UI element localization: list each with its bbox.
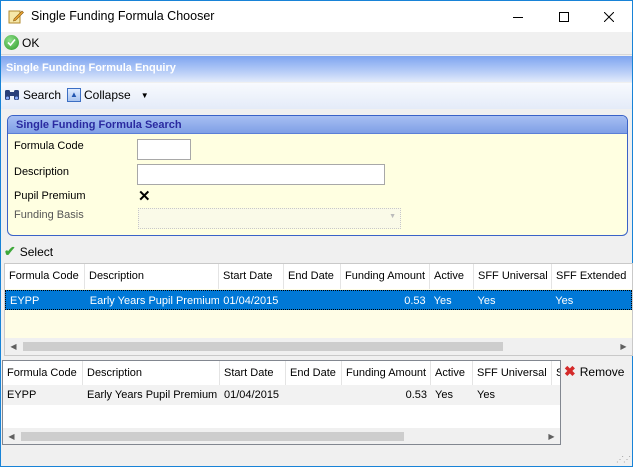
table-cell: Yes (477, 295, 496, 307)
table-cell: 01/04/2015 (223, 295, 279, 307)
column-header[interactable]: Formula Code (5, 264, 85, 289)
table-cell: Yes (555, 295, 574, 307)
enquiry-title: Single Funding Formula Enquiry (6, 62, 176, 74)
app-pencil-icon (8, 10, 24, 24)
funding-basis-select: ▼ (138, 208, 401, 229)
title-bar: Single Funding Formula Chooser (1, 1, 632, 32)
ok-label: OK (22, 35, 40, 50)
scroll-left-icon[interactable]: ◀ (5, 338, 22, 355)
green-check-icon: ✔ (4, 243, 16, 259)
select-button[interactable]: ✔ Select (4, 243, 53, 260)
remove-button[interactable]: ✖ Remove (564, 363, 624, 380)
scroll-right-icon[interactable]: ▶ (543, 428, 560, 444)
table-cell: Yes (435, 389, 453, 401)
scroll-left-icon[interactable]: ◀ (3, 428, 20, 444)
collapse-icon: ▲ (67, 88, 81, 102)
scroll-right-icon[interactable]: ▶ (615, 338, 632, 355)
table-cell: Early Years Pupil Premium (89, 295, 220, 307)
results-horizontal-scrollbar[interactable]: ◀ ▶ (5, 338, 632, 355)
formula-code-input[interactable] (137, 139, 191, 160)
selected-grid[interactable]: Formula Code Description Start Date End … (2, 360, 561, 445)
selected-grid-header: Formula Code Description Start Date End … (3, 361, 560, 385)
ok-bar: OK (1, 32, 632, 55)
search-panel-title: Single Funding Formula Search (16, 119, 182, 131)
search-panel-header: Single Funding Formula Search (8, 116, 627, 134)
ok-check-icon (4, 35, 19, 50)
funding-basis-label: Funding Basis (14, 209, 84, 221)
table-cell: Early Years Pupil Premium (87, 389, 218, 401)
column-header[interactable]: SFF Extended (552, 264, 632, 289)
collapse-label: Collapse (84, 88, 131, 102)
toolbar: Search ▲ Collapse ▼ (1, 83, 632, 109)
maximize-icon (559, 11, 569, 22)
table-cell: Yes (477, 389, 495, 401)
column-header[interactable]: Start Date (220, 361, 286, 385)
chevron-down-icon: ▼ (389, 213, 396, 220)
table-cell (286, 385, 342, 405)
column-header[interactable]: Active (430, 264, 474, 289)
red-x-icon: ✖ (564, 363, 576, 379)
column-header[interactable]: S (552, 361, 560, 385)
pupil-premium-label: Pupil Premium (14, 190, 86, 202)
minimize-button[interactable] (495, 1, 541, 32)
column-header[interactable]: End Date (284, 264, 341, 289)
column-header[interactable]: Funding Amount (342, 361, 431, 385)
close-button[interactable] (586, 1, 632, 32)
enquiry-header: Single Funding Formula Enquiry (1, 56, 632, 82)
table-cell: Yes (433, 295, 452, 307)
table-row[interactable]: EYPP Early Years Pupil Premium 01/04/201… (5, 290, 632, 310)
ok-button[interactable]: OK (4, 35, 39, 50)
close-icon (604, 11, 614, 22)
results-grid-header: Formula Code Description Start Date End … (5, 264, 632, 289)
column-header[interactable]: SFF Universal (473, 361, 552, 385)
search-label: Search (23, 88, 62, 102)
column-header[interactable]: Start Date (219, 264, 284, 289)
window-title: Single Funding Formula Chooser (31, 9, 215, 23)
results-grid[interactable]: Formula Code Description Start Date End … (4, 263, 633, 356)
table-cell: EYPP (10, 295, 40, 307)
table-cell: 0.53 (404, 295, 426, 307)
column-header[interactable]: Formula Code (3, 361, 83, 385)
resize-grip-icon[interactable]: ⋰⋰ (616, 455, 631, 464)
remove-label: Remove (579, 364, 625, 379)
description-input[interactable] (137, 164, 385, 185)
column-header[interactable]: Active (431, 361, 473, 385)
table-cell: 01/04/2015 (224, 389, 280, 401)
scroll-thumb[interactable] (21, 432, 404, 441)
column-header[interactable]: Description (83, 361, 220, 385)
table-row[interactable]: EYPP Early Years Pupil Premium 01/04/201… (3, 385, 560, 405)
scroll-thumb[interactable] (23, 342, 503, 351)
formula-code-label: Formula Code (14, 140, 84, 152)
description-label: Description (14, 166, 70, 178)
chevron-down-icon[interactable]: ▼ (141, 91, 149, 100)
column-header[interactable]: SFF Universal (474, 264, 552, 289)
status-bar: ⋰⋰ (1, 449, 632, 466)
collapse-button[interactable]: ▲ Collapse ▼ (67, 88, 149, 102)
table-cell (284, 291, 341, 309)
select-label: Select (19, 244, 54, 259)
pupil-premium-checkbox[interactable]: ✕ (138, 189, 151, 204)
selected-horizontal-scrollbar[interactable]: ◀ ▶ (3, 428, 560, 444)
minimize-icon (513, 16, 523, 18)
table-cell: 0.53 (405, 389, 427, 401)
table-cell: EYPP (7, 389, 37, 401)
search-button[interactable]: Search (4, 88, 61, 102)
maximize-button[interactable] (541, 1, 587, 32)
column-header[interactable]: End Date (286, 361, 342, 385)
column-header[interactable]: Funding Amount (341, 264, 430, 289)
column-header[interactable]: Description (85, 264, 219, 289)
search-panel: Single Funding Formula Search Formula Co… (7, 115, 628, 236)
binoculars-icon (5, 90, 19, 100)
chooser-window: Single Funding Formula Chooser OK Single… (0, 0, 633, 467)
